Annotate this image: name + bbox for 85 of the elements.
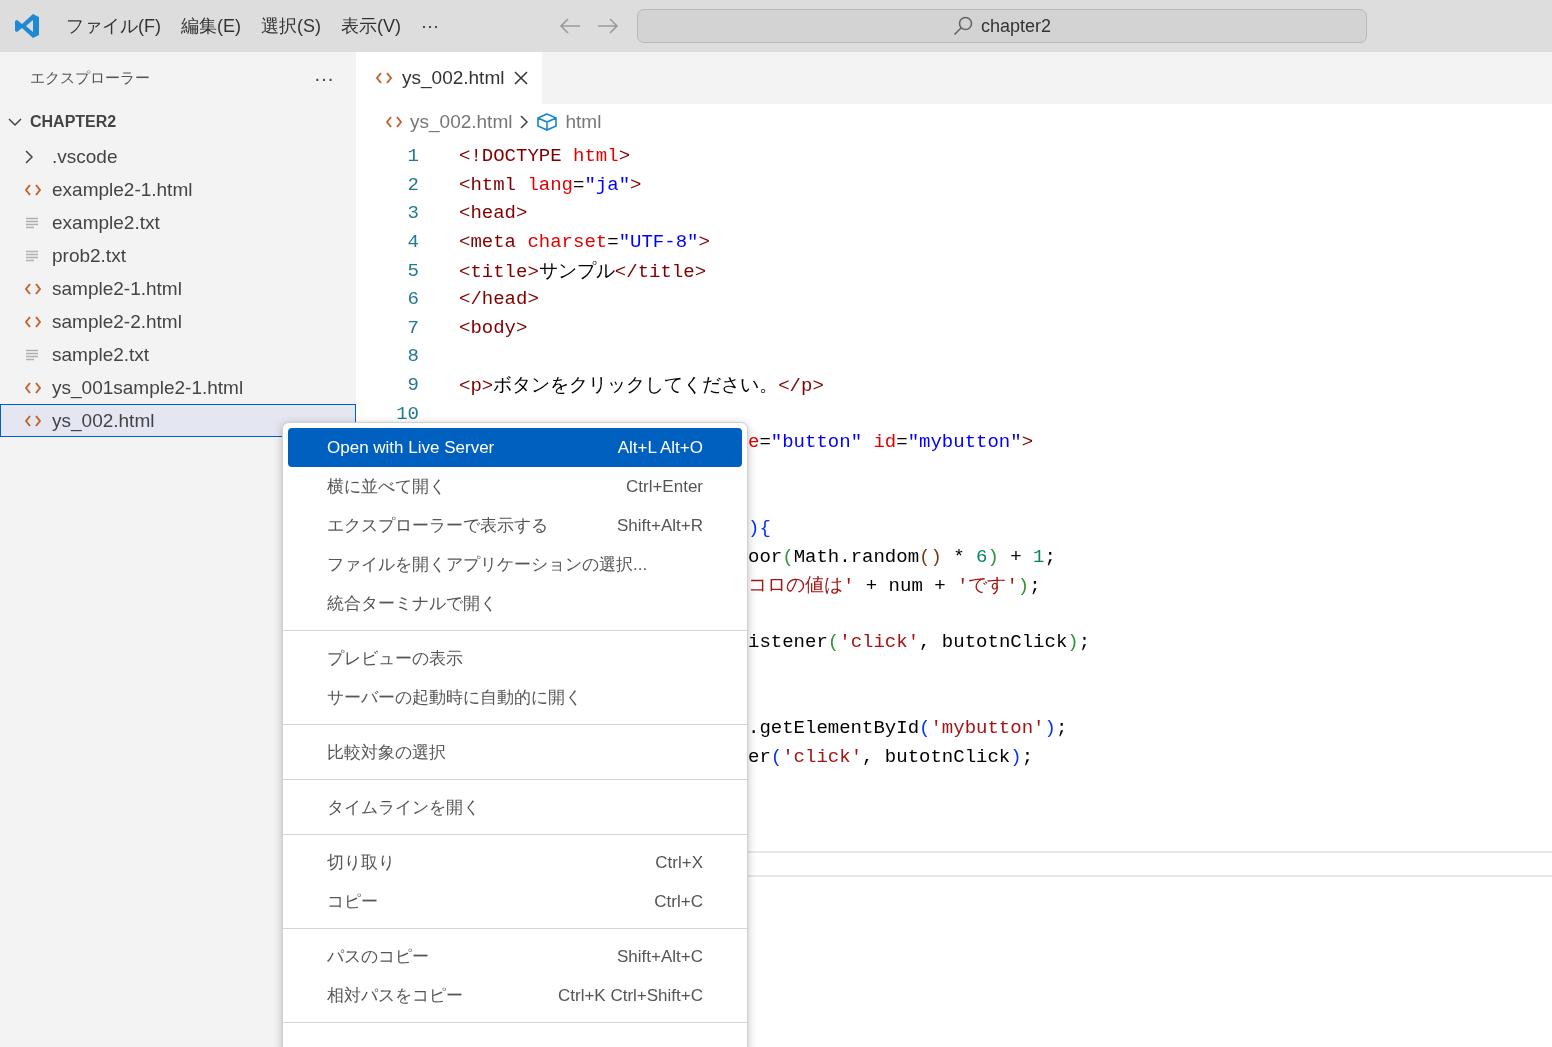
code-line: <title>サンプル</title> (459, 259, 707, 284)
menu-item[interactable]: 切り取り Ctrl+X (288, 843, 742, 882)
search-icon (952, 16, 973, 36)
code-line: e="button" id="mybutton"> (748, 431, 1034, 454)
code-line: istener('click', butotnClick); (748, 631, 1091, 654)
file-item[interactable]: example2.txt (0, 206, 356, 239)
breadcrumb-item[interactable]: ys_002.html (410, 111, 513, 133)
menu-item[interactable]: 横に並べて開く Ctrl+Enter (288, 467, 742, 506)
menu-item[interactable]: ファイルを開くアプリケーションの選択... (288, 545, 742, 584)
file-item[interactable]: ys_001sample2-1.html (0, 371, 356, 404)
forward-arrow-icon[interactable] (596, 18, 619, 34)
menu-item[interactable]: パスのコピー Shift+Alt+C (288, 937, 742, 976)
code-line: <p>ボタンをクリックしてください。</p> (459, 374, 824, 399)
code-file-icon (25, 315, 41, 328)
code-file-icon (25, 381, 41, 394)
menu-item[interactable]: コピー Ctrl+C (288, 882, 742, 921)
shortcut-label: Alt+L Alt+O (617, 437, 703, 458)
chevron-down-icon (8, 117, 22, 127)
line-number: 4 (406, 231, 419, 254)
shortcut-label: Shift+Alt+R (617, 515, 703, 536)
cube-icon (537, 113, 558, 131)
menu-item[interactable]: 統合ターミナルで開く (288, 584, 742, 623)
code-line: .getElementById('mybutton'); (748, 717, 1068, 740)
menu-item[interactable]: ファイル(F) (56, 14, 171, 38)
shortcut-label: Ctrl+C (654, 891, 703, 912)
line-number: 8 (406, 345, 419, 368)
code-file-icon (25, 183, 41, 196)
line-number: 9 (406, 374, 419, 397)
chevron-right-icon (520, 115, 530, 129)
more-button[interactable]: ··· (314, 66, 334, 90)
file-item[interactable]: sample2.txt (0, 338, 356, 371)
file-item[interactable]: example2-1.html (0, 173, 356, 206)
file-item[interactable]: prob2.txt (0, 239, 356, 272)
code-line: <!DOCTYPE html> (459, 145, 631, 168)
text-file-icon (25, 249, 39, 262)
menu-item[interactable]: タイムラインを開く (288, 788, 742, 827)
menu-item[interactable]: 相対パスをコピー Ctrl+K Ctrl+Shift+C (288, 976, 742, 1015)
menu-item[interactable]: ··· (411, 15, 449, 37)
code-line: コロの値は' + num + 'です'); (748, 574, 1041, 599)
code-line: er('click', butotnClick); (748, 745, 1034, 768)
menu-item[interactable]: サーバーの起動時に自動的に開く (288, 678, 742, 717)
line-number: 3 (406, 202, 419, 225)
line-number: 5 (406, 259, 419, 282)
code-line: <head> (459, 202, 528, 225)
chevron-right-icon (25, 149, 34, 164)
shortcut-label: Ctrl+K Ctrl+Shift+C (558, 985, 703, 1006)
search-field[interactable]: chapter2 (636, 9, 1367, 43)
back-arrow-icon[interactable] (558, 18, 581, 34)
file-item[interactable]: sample2-1.html (0, 272, 356, 305)
line-number: 2 (406, 173, 419, 196)
menu-item[interactable]: 比較対象の選択 (288, 733, 742, 772)
code-line: <meta charset="UTF-8"> (459, 231, 710, 254)
menu-item[interactable]: 編集(E) (171, 14, 251, 38)
file-item[interactable]: .vscode (0, 140, 356, 173)
shortcut-label: Shift+Alt+C (617, 946, 703, 967)
menu-item[interactable]: 選択(S) (251, 14, 331, 38)
code-file-icon (25, 282, 41, 295)
menu-item[interactable]: Open with Live Server Alt+L Alt+O (288, 428, 742, 467)
shortcut-label: Ctrl+X (655, 852, 703, 873)
code-line: ){ (748, 517, 771, 539)
shortcut-label: Ctrl+Enter (626, 476, 703, 497)
menu-item[interactable]: 表示(V) (331, 14, 411, 38)
line-number: 6 (406, 288, 419, 311)
text-file-icon (25, 216, 39, 229)
line-number: 7 (406, 316, 419, 339)
file-item[interactable]: ys_002.html (0, 404, 356, 437)
code-line: </head> (459, 288, 539, 311)
breadcrumb-item[interactable]: html (565, 111, 602, 133)
line-number: 10 (395, 402, 419, 425)
code-line: oor(Math.random() * 6) + 1; (748, 545, 1056, 568)
folder-header[interactable]: CHAPTER2 (0, 104, 356, 140)
code-file-icon (386, 116, 402, 128)
sidebar-title: エクスプローラー (30, 68, 150, 88)
file-item[interactable]: sample2-2.html (0, 305, 356, 338)
code-file-icon (376, 72, 392, 84)
code-line: <html lang="ja"> (459, 173, 642, 196)
code-file-icon (25, 414, 41, 427)
logo-icon[interactable] (14, 13, 40, 39)
code-line: <body> (459, 316, 528, 339)
editor-tab[interactable]: ys_002.html (356, 52, 543, 104)
line-number: 1 (406, 145, 419, 168)
menu-item[interactable]: エクスプローラーで表示する Shift+Alt+R (288, 506, 742, 545)
menu-item[interactable]: プレビューの表示 (288, 639, 742, 678)
text-file-icon (25, 348, 39, 361)
close-icon[interactable] (514, 71, 529, 85)
